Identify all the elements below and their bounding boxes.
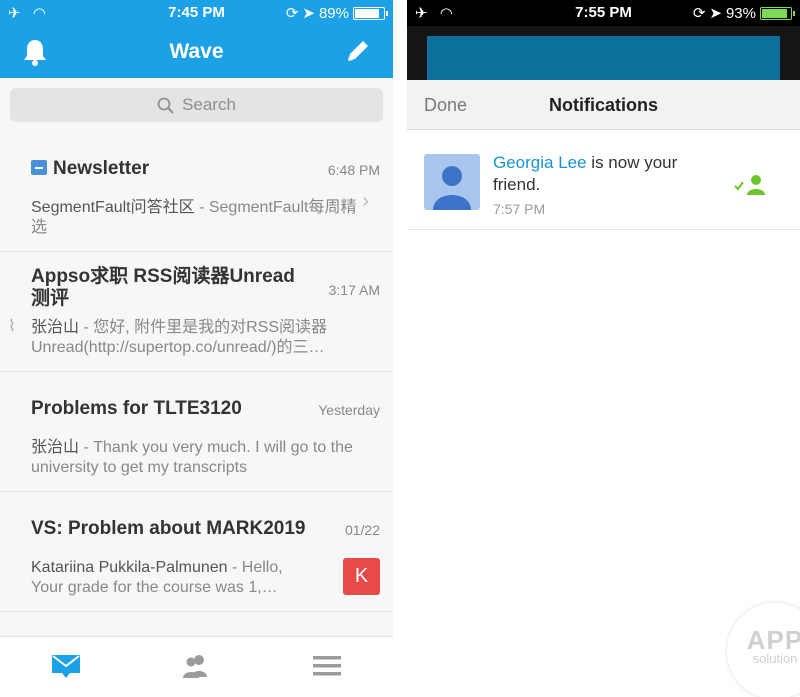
battery-icon bbox=[353, 6, 388, 20]
friend-added-icon bbox=[734, 175, 765, 195]
mail-subject: Newsletter bbox=[31, 158, 311, 180]
search-area: Search bbox=[0, 78, 393, 130]
status-bar: ✈ ◠ 7:55 PM ⟳ ➤ 93% bbox=[407, 0, 800, 26]
sender-avatar: K bbox=[343, 558, 380, 595]
notification-message: Georgia Lee is now your friend. bbox=[493, 153, 678, 194]
rotation-lock-icon: ⟳ bbox=[285, 5, 299, 22]
tab-bar bbox=[0, 636, 393, 697]
notification-time: 7:57 PM bbox=[493, 201, 546, 217]
mail-item-problems[interactable]: Problems for TLTE3120 Yesterday 张治山 - Th… bbox=[0, 372, 393, 492]
mail-subject: VS: Problem about MARK2019 bbox=[31, 518, 306, 539]
mail-tab-icon[interactable] bbox=[50, 651, 82, 681]
mail-preview: 张治山 - 您好, 附件里是我的对RSS阅读器Unread(http://sup… bbox=[31, 319, 328, 356]
search-placeholder: Search bbox=[182, 95, 236, 114]
nav-bar: Wave bbox=[0, 26, 393, 78]
mail-item-vs-problem[interactable]: VS: Problem about MARK2019 01/22 Katarii… bbox=[0, 492, 393, 612]
compose-icon[interactable] bbox=[345, 38, 371, 64]
mail-preview: 张治山 - Thank you very much. I will go to … bbox=[31, 439, 353, 476]
watermark-line2: solution bbox=[752, 651, 798, 666]
dimmed-background bbox=[407, 26, 800, 80]
mail-time: 01/22 bbox=[344, 522, 380, 538]
mail-item-appso[interactable]: Appso求职 RSS阅读器Unread测评 3:17 AM ⌇ 张治山 - 您… bbox=[0, 252, 393, 372]
avatar bbox=[424, 154, 480, 210]
contacts-tab-icon[interactable] bbox=[180, 651, 212, 681]
notifications-screen: ✈ ◠ 7:55 PM ⟳ ➤ 93% Done Notifications G… bbox=[407, 0, 800, 697]
battery-icon bbox=[760, 6, 795, 20]
search-icon bbox=[157, 97, 174, 114]
friend-name-link[interactable]: Georgia Lee bbox=[493, 153, 587, 172]
mail-list: Newsletter 6:48 PM SegmentFault问答社区 - Se… bbox=[0, 132, 393, 612]
status-bar: ✈ ◠ 7:45 PM ⟳ ➤ 89% bbox=[0, 0, 393, 26]
mail-time: 6:48 PM bbox=[327, 162, 380, 178]
page-title: Notifications bbox=[548, 95, 658, 115]
archive-box-icon bbox=[31, 160, 47, 175]
location-icon: ➤ bbox=[302, 5, 315, 22]
app-title: Wave bbox=[169, 40, 224, 63]
mail-time: Yesterday bbox=[318, 402, 380, 418]
mail-time: 3:17 AM bbox=[328, 282, 380, 298]
status-right: ⟳ ➤ 93% bbox=[692, 4, 795, 22]
mail-item-newsletter[interactable]: Newsletter 6:48 PM SegmentFault问答社区 - Se… bbox=[0, 132, 393, 252]
watermark-logo: APP solution bbox=[727, 603, 800, 697]
mail-preview: Katariina Pukkila-Palmunen - Hello, Your… bbox=[31, 559, 283, 596]
battery-percent: 93% bbox=[725, 4, 756, 22]
notifications-header: Done Notifications bbox=[407, 80, 800, 130]
search-input[interactable]: Search bbox=[10, 88, 383, 122]
menu-tab-icon[interactable] bbox=[311, 651, 343, 681]
rotation-lock-icon: ⟳ bbox=[692, 5, 706, 22]
location-icon: ➤ bbox=[709, 5, 722, 22]
user-placeholder-icon bbox=[433, 166, 471, 210]
wave-mail-screen: ✈ ◠ 7:45 PM ⟳ ➤ 89% Wave Search Newslett… bbox=[0, 0, 393, 697]
mail-subject: Problems for TLTE3120 bbox=[31, 398, 242, 419]
mail-subject: Appso求职 RSS阅读器Unread测评 bbox=[31, 266, 295, 309]
battery-percent: 89% bbox=[318, 4, 349, 22]
notification-item[interactable]: Georgia Lee is now your friend. 7:57 PM bbox=[407, 130, 800, 230]
status-right: ⟳ ➤ 89% bbox=[285, 4, 388, 22]
mail-preview: SegmentFault问答社区 - SegmentFault每周精选 bbox=[31, 199, 357, 236]
paperclip-icon: ⌇ bbox=[8, 318, 16, 335]
chevron-right-icon: › bbox=[362, 190, 369, 212]
